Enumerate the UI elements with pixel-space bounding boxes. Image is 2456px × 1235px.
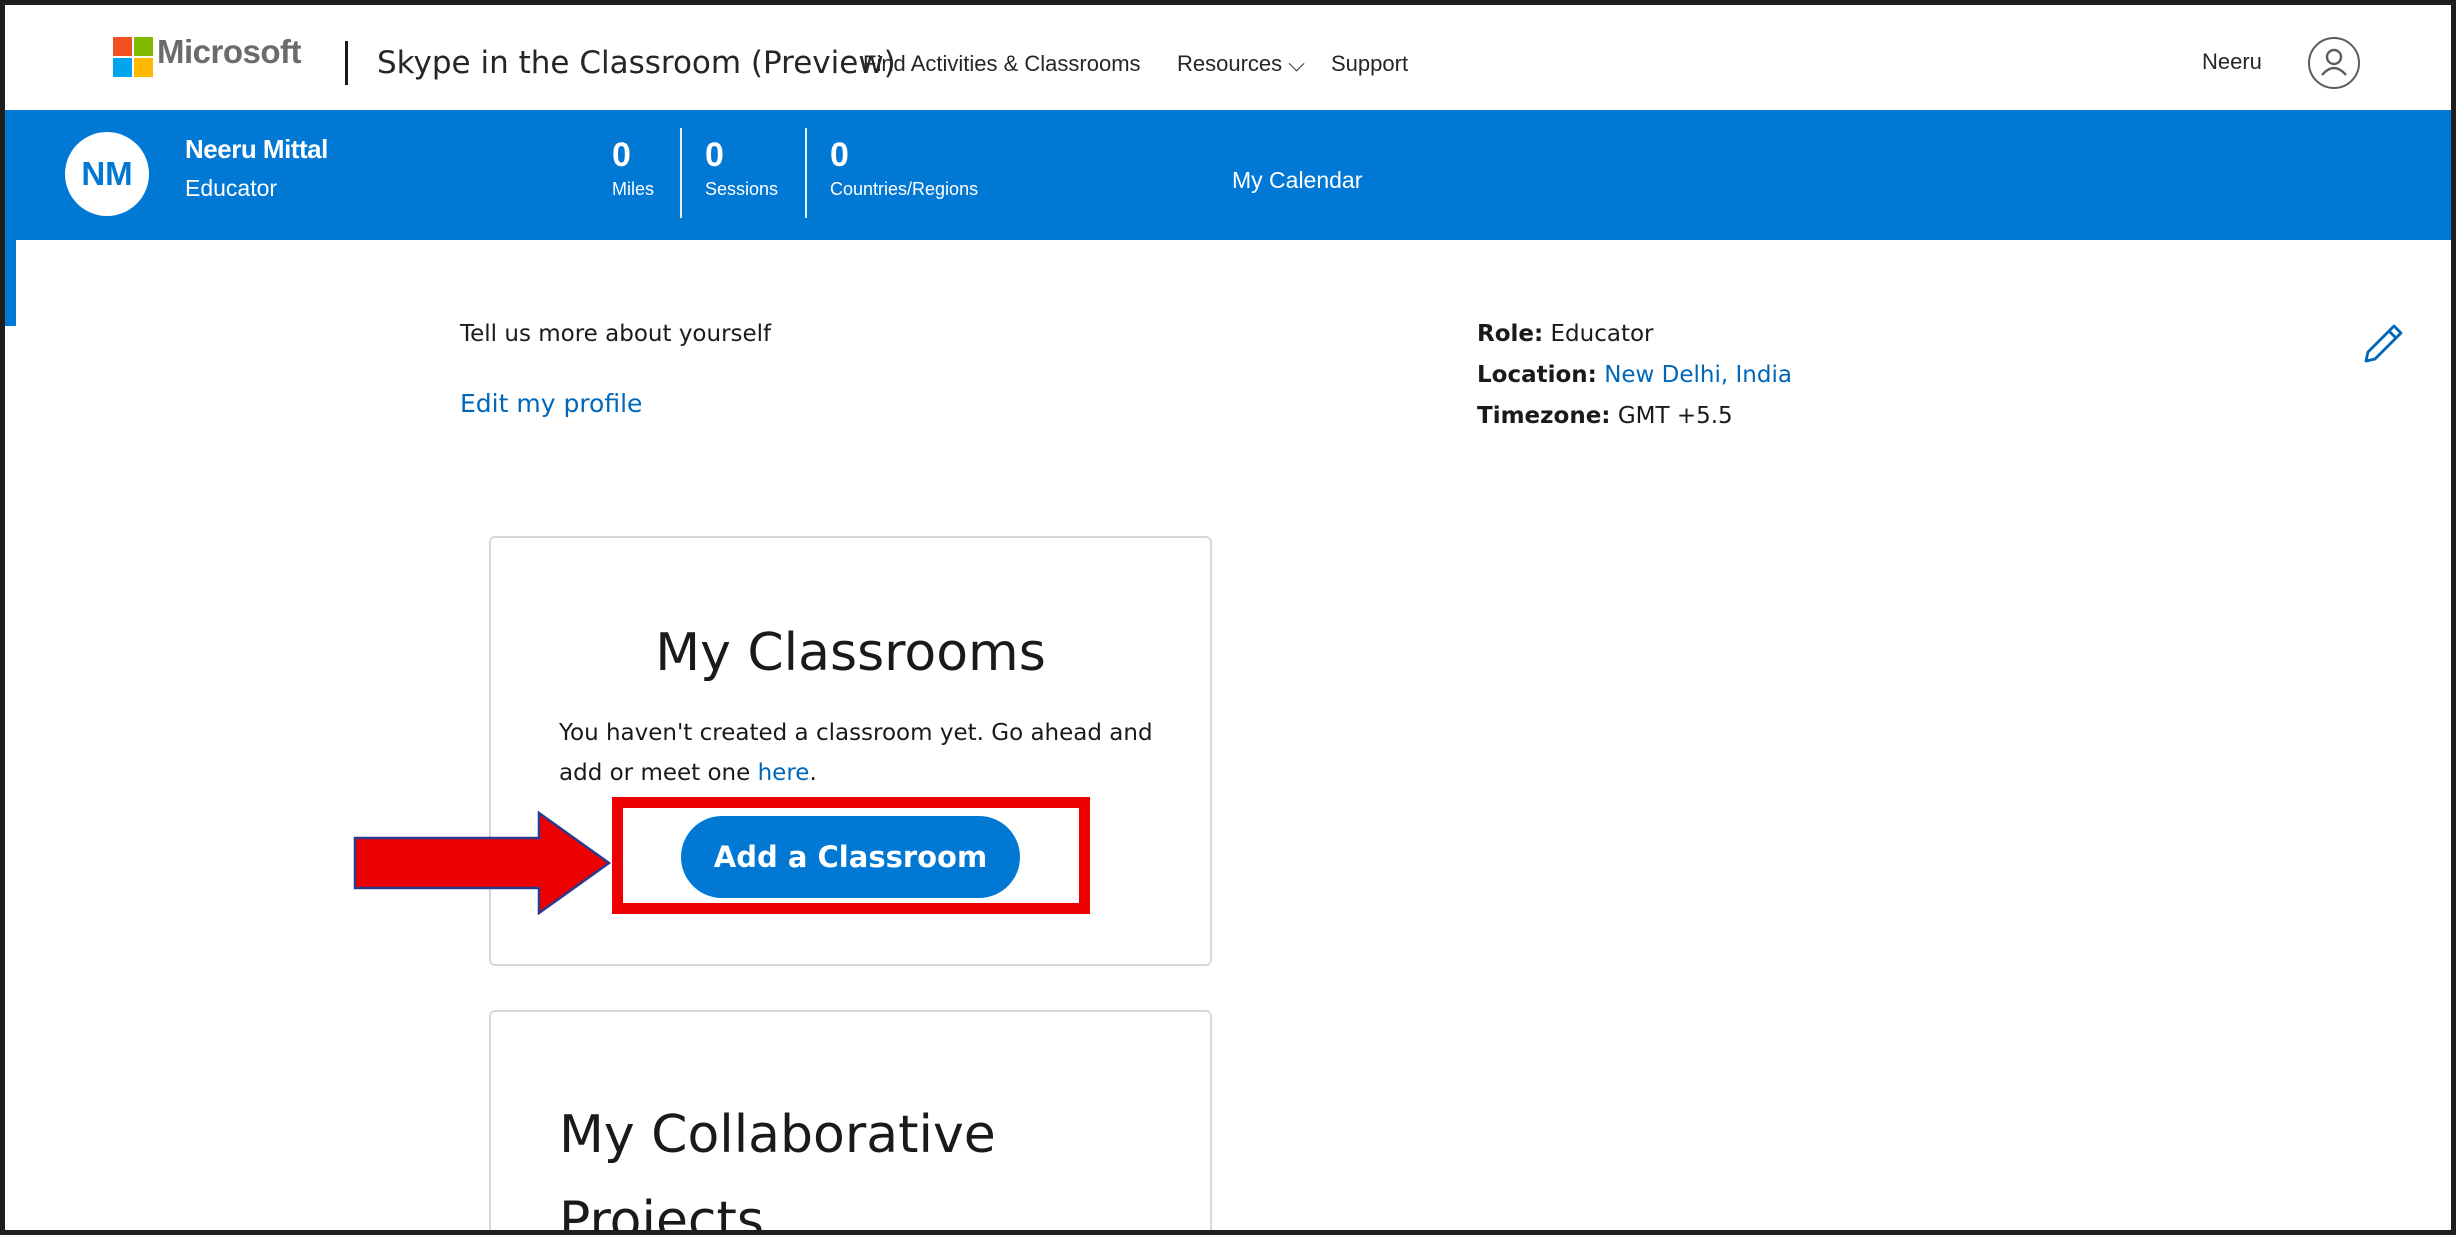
- role-line: Role: Educator: [1477, 321, 1654, 347]
- stat-miles: 0 Miles: [612, 136, 654, 200]
- nav-resources[interactable]: Resources ⌵: [1177, 51, 1305, 77]
- my-classrooms-title: My Classrooms: [655, 623, 1046, 683]
- stat-sessions-value: 0: [705, 136, 724, 174]
- header-divider: [345, 41, 348, 85]
- avatar[interactable]: NM: [65, 132, 149, 216]
- nav-find-activities[interactable]: Find Activities & Classrooms: [863, 51, 1141, 77]
- stat-sessions-label: Sessions: [705, 179, 779, 199]
- page-frame: Microsoft Skype in the Classroom (Previe…: [0, 0, 2456, 1235]
- microsoft-logo-icon[interactable]: [113, 37, 153, 77]
- location-link[interactable]: New Delhi, India: [1604, 362, 1792, 388]
- role-value: Educator: [1550, 321, 1654, 347]
- highlight-box: [612, 797, 1090, 914]
- classrooms-empty-message: You haven't created a classroom yet. Go …: [559, 713, 1159, 793]
- classrooms-message-text: You haven't created a classroom yet. Go …: [559, 720, 1153, 786]
- top-header: Microsoft Skype in the Classroom (Previe…: [5, 5, 2451, 110]
- stat-countries-value: 0: [830, 136, 849, 174]
- stat-divider: [680, 128, 682, 218]
- stat-countries-label: Countries/Regions: [830, 179, 979, 199]
- role-label: Role:: [1477, 321, 1544, 347]
- profile-name: Neeru Mittal: [185, 134, 328, 164]
- edit-profile-link[interactable]: Edit my profile: [460, 389, 642, 418]
- nav-support[interactable]: Support: [1331, 51, 1408, 77]
- here-link[interactable]: here: [758, 760, 810, 786]
- right-arrow-icon: [353, 811, 612, 915]
- location-line: Location: New Delhi, India: [1477, 362, 1792, 388]
- stat-countries: 0 Countries/Regions: [830, 136, 978, 200]
- stat-divider: [805, 128, 807, 218]
- person-icon[interactable]: [2308, 37, 2360, 89]
- left-accent-strip: [5, 240, 16, 326]
- stat-miles-value: 0: [612, 136, 631, 174]
- my-collaborative-projects-card: My Collaborative Projects: [489, 1010, 1212, 1235]
- my-calendar-link[interactable]: My Calendar: [1232, 167, 1362, 194]
- profile-role: Educator: [185, 175, 278, 201]
- profile-prompt: Tell us more about yourself: [460, 321, 772, 347]
- timezone-label: Timezone:: [1477, 403, 1611, 429]
- my-collaborative-projects-title: My Collaborative Projects: [559, 1105, 996, 1235]
- stat-sessions: 0 Sessions: [705, 136, 778, 200]
- timezone-value: GMT +5.5: [1617, 403, 1733, 429]
- pencil-icon[interactable]: [2360, 321, 2406, 367]
- classrooms-message-end: .: [809, 760, 817, 786]
- timezone-line: Timezone: GMT +5.5: [1477, 403, 1733, 429]
- header-user-name[interactable]: Neeru: [2202, 49, 2262, 75]
- location-label: Location:: [1477, 362, 1597, 388]
- microsoft-wordmark[interactable]: Microsoft: [157, 33, 302, 71]
- stat-miles-label: Miles: [612, 179, 655, 199]
- site-title[interactable]: Skype in the Classroom (Preview): [377, 45, 896, 81]
- profile-band: NM Neeru Mittal Educator 0 Miles 0 Sessi…: [5, 110, 2451, 240]
